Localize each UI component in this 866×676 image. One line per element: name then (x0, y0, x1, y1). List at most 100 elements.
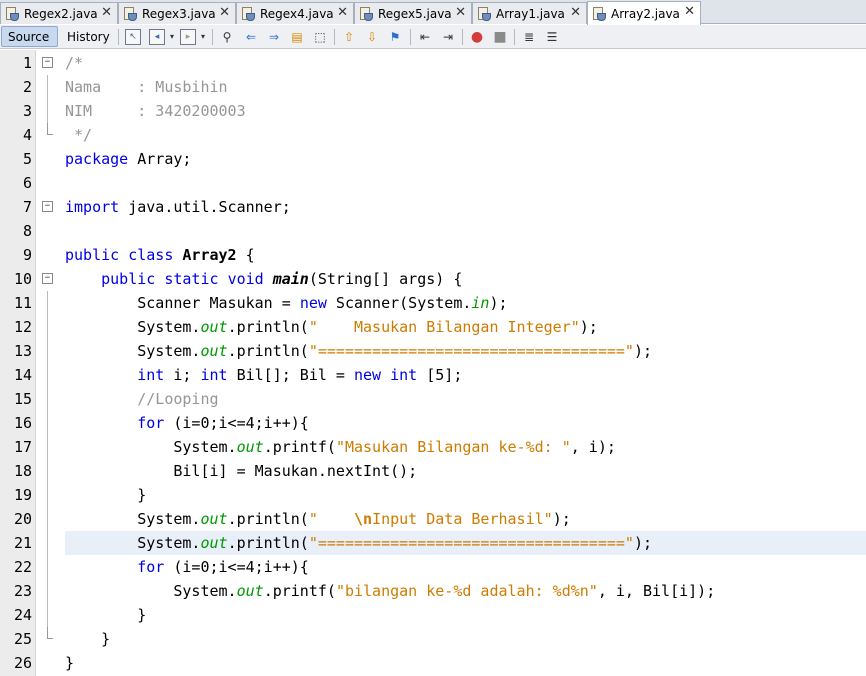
code-line[interactable]: 19 } (0, 483, 866, 507)
code-line[interactable]: 2 Nama : Musbihin (0, 75, 866, 99)
fold-guide (47, 459, 48, 483)
code-text[interactable]: System.out.println("====================… (65, 339, 866, 363)
code-line[interactable]: 17 System.out.printf("Masukan Bilangan k… (0, 435, 866, 459)
code-line[interactable]: 3 NIM : 3420200003 (0, 99, 866, 123)
tab-array2[interactable]: Array2.java ✕ (587, 1, 701, 25)
next-bookmark-icon[interactable]: ⇩ (364, 29, 380, 45)
code-line[interactable]: 18 Bil[i] = Masukan.nextInt(); (0, 459, 866, 483)
code-line[interactable]: 9 public class Array2 { (0, 243, 866, 267)
source-button[interactable]: Source (1, 26, 58, 47)
shift-right-icon[interactable]: ⇥ (440, 29, 456, 45)
toolbar-separator (462, 29, 463, 45)
code-text[interactable]: NIM : 3420200003 (65, 99, 866, 123)
code-line[interactable]: 5 package Array; (0, 147, 866, 171)
toolbar-separator (410, 29, 411, 45)
toggle-highlight-icon[interactable]: ▤ (289, 29, 305, 45)
code-text[interactable]: Scanner Masukan = new Scanner(System.in)… (65, 291, 866, 315)
code-line[interactable]: 12 System.out.println(" Masukan Bilangan… (0, 315, 866, 339)
forward-icon[interactable]: ▸ (180, 29, 196, 45)
code-text[interactable]: } (65, 483, 866, 507)
uncomment-icon[interactable]: ☰ (544, 29, 560, 45)
line-number: 20 (13, 510, 32, 528)
prev-bookmark-icon[interactable]: ⇧ (341, 29, 357, 45)
code-text[interactable]: System.out.println(" \nInput Data Berhas… (65, 507, 866, 531)
close-icon[interactable]: ✕ (570, 5, 581, 21)
start-macro-icon[interactable]: ● (469, 29, 485, 45)
code-text[interactable]: /* (65, 51, 866, 75)
find-icon[interactable]: ⚲ (219, 29, 235, 45)
code-text[interactable]: for (i=0;i<=4;i++){ (65, 555, 866, 579)
code-text[interactable]: System.out.printf("bilangan ke-%d adalah… (65, 579, 866, 603)
code-line[interactable]: 20 System.out.println(" \nInput Data Ber… (0, 507, 866, 531)
code-text[interactable]: Bil[i] = Masukan.nextInt(); (65, 459, 866, 483)
fold-guide (47, 579, 48, 603)
shift-left-icon[interactable]: ⇤ (417, 29, 433, 45)
fold-guide (47, 435, 48, 459)
code-line[interactable]: 8 (0, 219, 866, 243)
forward-dropdown-icon[interactable]: ▾ (199, 29, 207, 45)
code-line[interactable]: 7− import java.util.Scanner; (0, 195, 866, 219)
close-icon[interactable]: ✕ (219, 5, 230, 21)
code-text[interactable]: //Looping (65, 387, 866, 411)
code-line[interactable]: 15 //Looping (0, 387, 866, 411)
comment-icon[interactable]: ≣ (521, 29, 537, 45)
code-text[interactable]: public class Array2 { (65, 243, 866, 267)
close-icon[interactable]: ✕ (337, 5, 348, 21)
code-text[interactable]: for (i=0;i<=4;i++){ (65, 411, 866, 435)
tab-regex4[interactable]: Regex4.java ✕ (236, 2, 354, 24)
last-edit-icon[interactable]: ↖ (125, 29, 141, 45)
code-line[interactable]: 10− public static void main(String[] arg… (0, 267, 866, 291)
java-file-icon (122, 6, 138, 22)
find-prev-icon[interactable]: ⇐ (243, 29, 259, 45)
code-line[interactable]: 11 Scanner Masukan = new Scanner(System.… (0, 291, 866, 315)
code-text[interactable]: int i; int Bil[]; Bil = new int [5]; (65, 363, 866, 387)
code-text[interactable]: System.out.printf("Masukan Bilangan ke-%… (65, 435, 866, 459)
code-editor[interactable]: 1−/* 2 Nama : Musbihin 3 NIM : 3420200003 4 *… (0, 50, 866, 676)
toggle-bookmark-icon[interactable]: ⚑ (387, 29, 403, 45)
code-text[interactable] (65, 219, 866, 243)
tab-label: Regex3.java (142, 6, 216, 21)
code-text[interactable]: package Array; (65, 147, 866, 171)
code-line[interactable]: 1− /* (0, 51, 866, 75)
code-text[interactable]: import java.util.Scanner; (65, 195, 866, 219)
close-icon[interactable]: ✕ (684, 4, 695, 20)
code-text[interactable]: } (65, 603, 866, 627)
code-text[interactable]: } (65, 627, 866, 651)
tab-regex5[interactable]: Regex5.java ✕ (354, 2, 472, 24)
code-line[interactable]: 13 System.out.println("=================… (0, 339, 866, 363)
java-file-icon (240, 6, 256, 22)
code-text[interactable]: Nama : Musbihin (65, 75, 866, 99)
back-icon[interactable]: ◂ (149, 29, 165, 45)
code-line[interactable]: 24 } (0, 603, 866, 627)
code-text[interactable]: System.out.println(" Masukan Bilangan In… (65, 315, 866, 339)
close-icon[interactable]: ✕ (101, 5, 112, 21)
code-line[interactable]: 16 for (i=0;i<=4;i++){ (0, 411, 866, 435)
line-number: 3 (22, 102, 32, 120)
close-icon[interactable]: ✕ (455, 5, 466, 21)
code-line[interactable]: 14 int i; int Bil[]; Bil = new int [5]; (0, 363, 866, 387)
code-text[interactable]: } (65, 651, 866, 675)
history-button[interactable]: History (61, 26, 113, 47)
back-dropdown-icon[interactable]: ▾ (168, 29, 176, 45)
code-line[interactable]: 21 System.out.println("=================… (0, 531, 866, 555)
code-text[interactable]: */ (65, 123, 866, 147)
code-line[interactable]: 26} (0, 651, 866, 675)
code-text[interactable]: System.out.println("====================… (65, 531, 866, 555)
code-line[interactable]: 23 System.out.printf("bilangan ke-%d ada… (0, 579, 866, 603)
fold-toggle-icon[interactable]: − (42, 57, 53, 68)
tab-regex2[interactable]: Regex2.java ✕ (0, 2, 118, 24)
code-text[interactable] (65, 171, 866, 195)
code-line[interactable]: 6 (0, 171, 866, 195)
tab-array1[interactable]: Array1.java ✕ (472, 2, 587, 24)
stop-macro-icon[interactable]: ■ (492, 29, 508, 45)
code-text[interactable]: public static void main(String[] args) { (65, 267, 866, 291)
tab-regex3[interactable]: Regex3.java ✕ (118, 2, 236, 24)
code-line[interactable]: 22 for (i=0;i<=4;i++){ (0, 555, 866, 579)
fold-toggle-icon[interactable]: − (42, 201, 53, 212)
rect-select-icon[interactable]: ⬚ (312, 29, 328, 45)
fold-toggle-icon[interactable]: − (42, 273, 53, 284)
code-line[interactable]: 4 */ (0, 123, 866, 147)
find-next-icon[interactable]: ⇒ (266, 29, 282, 45)
code-line[interactable]: 25 } (0, 627, 866, 651)
line-number: 22 (13, 558, 32, 576)
